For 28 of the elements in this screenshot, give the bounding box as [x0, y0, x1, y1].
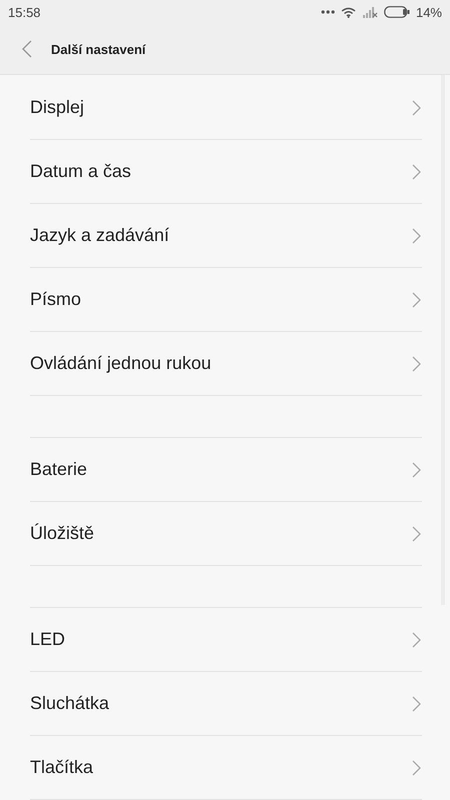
settings-item[interactable]: Ovládání jednou rukou	[30, 332, 422, 396]
chevron-right-icon	[412, 356, 421, 372]
settings-item[interactable]: Displej	[30, 76, 422, 140]
chevron-right-icon	[412, 462, 421, 478]
more-dots-icon	[320, 10, 335, 14]
chevron-right-icon	[412, 526, 421, 542]
status-time: 15:58	[8, 4, 41, 20]
chevron-right-icon	[412, 696, 421, 712]
wifi-icon	[340, 6, 356, 18]
chevron-right-icon	[412, 228, 421, 244]
screen-title: Další nastavení	[51, 42, 146, 57]
back-icon[interactable]	[22, 40, 32, 58]
battery-icon	[384, 6, 410, 18]
settings-item[interactable]: LED	[30, 608, 422, 672]
settings-item[interactable]: Sluchátka	[30, 672, 422, 736]
settings-item[interactable]: Jazyk a zadávání	[30, 204, 422, 268]
chevron-right-icon	[412, 164, 421, 180]
chevron-right-icon	[412, 760, 421, 776]
chevron-right-icon	[412, 632, 421, 648]
settings-item[interactable]: Úložiště	[30, 502, 422, 566]
signal-icon	[362, 6, 378, 18]
chevron-right-icon	[412, 100, 421, 116]
settings-item[interactable]: Písmo	[30, 268, 422, 332]
chevron-right-icon	[412, 292, 421, 308]
settings-item[interactable]: Datum a čas	[30, 140, 422, 204]
settings-item[interactable]: Baterie	[30, 438, 422, 502]
battery-percent: 14%	[416, 4, 442, 20]
settings-item[interactable]: Tlačítka	[30, 736, 422, 800]
